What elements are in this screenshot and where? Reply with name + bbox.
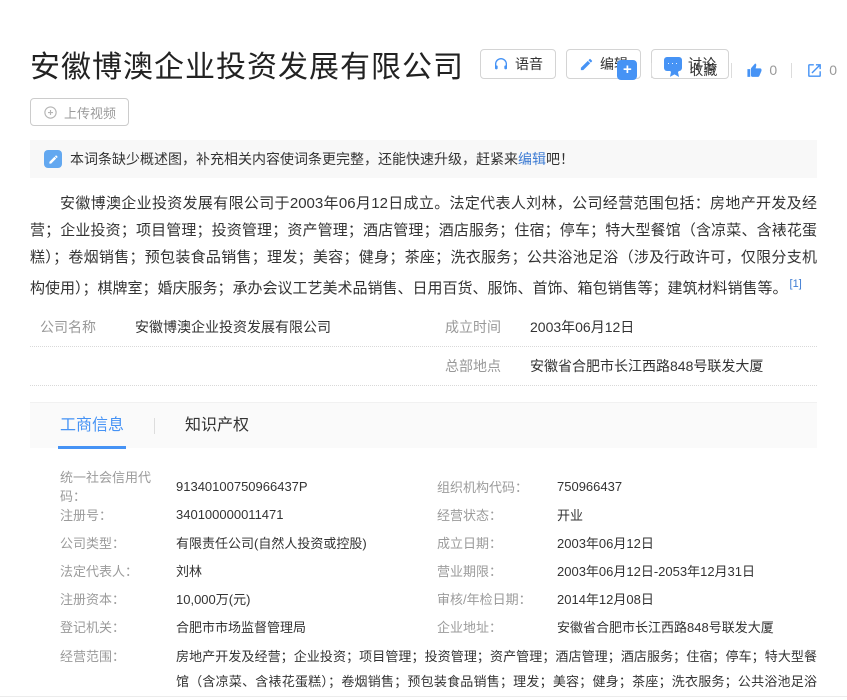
establishment-date-value: 2003年06月12日 xyxy=(557,533,654,552)
table-row: 公司类型： 有限责任公司(自然人投资或控股) xyxy=(30,528,425,556)
registration-authority-label: 登记机关： xyxy=(60,617,176,636)
share-button[interactable]: 0 xyxy=(806,62,837,79)
operating-status-label: 经营状态： xyxy=(437,505,557,524)
action-bar: + 收藏 0 0 xyxy=(617,60,837,80)
table-row: 组织机构代码： 750966437 xyxy=(425,472,817,500)
divider xyxy=(731,63,732,78)
circle-plus-icon xyxy=(43,105,58,120)
legal-representative-label: 法定代表人： xyxy=(60,561,176,580)
voice-label: 语音 xyxy=(515,54,543,74)
upload-video-button[interactable]: 上传视频 xyxy=(30,98,129,126)
company-name-label: 公司名称 xyxy=(30,317,135,337)
organization-code-value: 750966437 xyxy=(557,479,622,494)
page-title: 安徽博澳企业投资发展有限公司 xyxy=(30,42,464,86)
notice-text-after: 吧！ xyxy=(546,151,574,167)
bottom-divider xyxy=(0,696,847,697)
notice-pencil-icon xyxy=(44,150,62,168)
registration-authority-value: 合肥市市场监督管理局 xyxy=(176,617,306,636)
table-row: 审核/年检日期： 2014年12月08日 xyxy=(425,584,817,612)
organization-code-label: 组织机构代码： xyxy=(437,477,557,496)
summary-paragraph: 安徽博澳企业投资发展有限公司于2003年06月12日成立。法定代表人刘林，公司经… xyxy=(30,190,817,302)
tab-intellectual-property[interactable]: 知识产权 xyxy=(185,403,249,449)
add-icon: + xyxy=(617,60,637,80)
table-row: 注册资本： 10,000万(元) xyxy=(30,584,425,612)
table-row: 经营状态： 开业 xyxy=(425,500,817,528)
business-scope-label: 经营范围： xyxy=(60,644,176,694)
thumbs-up-icon xyxy=(746,62,763,79)
summary-text: 安徽博澳企业投资发展有限公司于2003年06月12日成立。法定代表人刘林，公司经… xyxy=(30,195,817,297)
registered-capital-label: 注册资本： xyxy=(60,589,176,608)
basic-info-box: 公司名称 安徽博澳企业投资发展有限公司 成立时间 2003年06月12日 总部地… xyxy=(30,308,817,386)
credit-code-value: 91340100750966437P xyxy=(176,479,308,494)
company-address-value: 安徽省合肥市长江西路848号联发大厦 xyxy=(557,617,774,636)
company-address-label: 企业地址： xyxy=(437,617,557,636)
table-row: 法定代表人： 刘林 xyxy=(30,556,425,584)
business-scope-row: 经营范围： 房地产开发及经营；企业投资；项目管理；投资管理；资产管理；酒店管理；… xyxy=(30,644,817,694)
business-scope-value: 房地产开发及经营；企业投资；项目管理；投资管理；资产管理；酒店管理；酒店服务；住… xyxy=(176,644,817,694)
share-icon xyxy=(806,62,823,79)
table-row: 营业期限： 2003年06月12日-2053年12月31日 xyxy=(425,556,817,584)
tab-bar: 工商信息 知识产权 xyxy=(30,402,817,448)
founded-label: 成立时间 xyxy=(435,317,530,337)
inspection-date-value: 2014年12月08日 xyxy=(557,589,654,608)
divider xyxy=(791,63,792,78)
registration-number-value: 340100000011471 xyxy=(176,507,284,522)
business-info-right-column: 组织机构代码： 750966437 经营状态： 开业 成立日期： 2003年06… xyxy=(425,472,817,640)
business-info-table: 统一社会信用代码： 91340100750966437P 注册号： 340100… xyxy=(30,472,817,694)
favorite-label: 收藏 xyxy=(689,60,717,80)
upload-video-label: 上传视频 xyxy=(64,103,116,122)
establishment-date-label: 成立日期： xyxy=(437,533,557,552)
registered-capital-value: 10,000万(元) xyxy=(176,589,250,608)
add-button[interactable]: + xyxy=(617,60,637,80)
company-type-label: 公司类型： xyxy=(60,533,176,552)
star-icon xyxy=(666,62,683,79)
divider xyxy=(154,418,155,434)
business-term-label: 营业期限： xyxy=(437,561,557,580)
business-term-value: 2003年06月12日-2053年12月31日 xyxy=(557,561,755,580)
company-name-value: 安徽博澳企业投资发展有限公司 xyxy=(135,317,435,337)
business-info-left-column: 统一社会信用代码： 91340100750966437P 注册号： 340100… xyxy=(30,472,425,640)
voice-button[interactable]: 语音 xyxy=(480,49,556,79)
table-row: 企业地址： 安徽省合肥市长江西路848号联发大厦 xyxy=(425,612,817,640)
notice-text-before: 本词条缺少概述图，补充相关内容使词条更完整，还能快速升级，赶紧来 xyxy=(70,151,518,167)
like-button[interactable]: 0 xyxy=(746,62,777,79)
table-row: 统一社会信用代码： 91340100750966437P xyxy=(30,472,425,500)
divider xyxy=(651,63,652,78)
pencil-icon xyxy=(579,57,594,72)
notice-text: 本词条缺少概述图，补充相关内容使词条更完整，还能快速升级，赶紧来编辑吧！ xyxy=(70,149,574,169)
basic-info-row: 公司名称 安徽博澳企业投资发展有限公司 成立时间 2003年06月12日 xyxy=(30,308,817,347)
founded-value: 2003年06月12日 xyxy=(530,317,817,337)
favorite-button[interactable]: 收藏 xyxy=(666,60,717,80)
share-count: 0 xyxy=(829,62,837,78)
hq-label: 总部地点 xyxy=(435,356,530,376)
tab-business-info[interactable]: 工商信息 xyxy=(60,403,124,449)
legal-representative-value: 刘林 xyxy=(176,561,202,580)
notice-bar: 本词条缺少概述图，补充相关内容使词条更完整，还能快速升级，赶紧来编辑吧！ xyxy=(30,140,817,178)
table-row: 登记机关： 合肥市市场监督管理局 xyxy=(30,612,425,640)
reference-link[interactable]: [1] xyxy=(790,278,802,290)
table-row: 成立日期： 2003年06月12日 xyxy=(425,528,817,556)
headphone-icon xyxy=(493,56,509,72)
operating-status-value: 开业 xyxy=(557,505,583,524)
company-type-value: 有限责任公司(自然人投资或控股) xyxy=(176,533,367,552)
table-row: 注册号： 340100000011471 xyxy=(30,500,425,528)
registration-number-label: 注册号： xyxy=(60,505,176,524)
notice-edit-link[interactable]: 编辑 xyxy=(518,151,546,167)
basic-info-row: 总部地点 安徽省合肥市长江西路848号联发大厦 xyxy=(30,347,817,386)
inspection-date-label: 审核/年检日期： xyxy=(437,589,557,608)
like-count: 0 xyxy=(769,62,777,78)
hq-value: 安徽省合肥市长江西路848号联发大厦 xyxy=(530,356,817,376)
